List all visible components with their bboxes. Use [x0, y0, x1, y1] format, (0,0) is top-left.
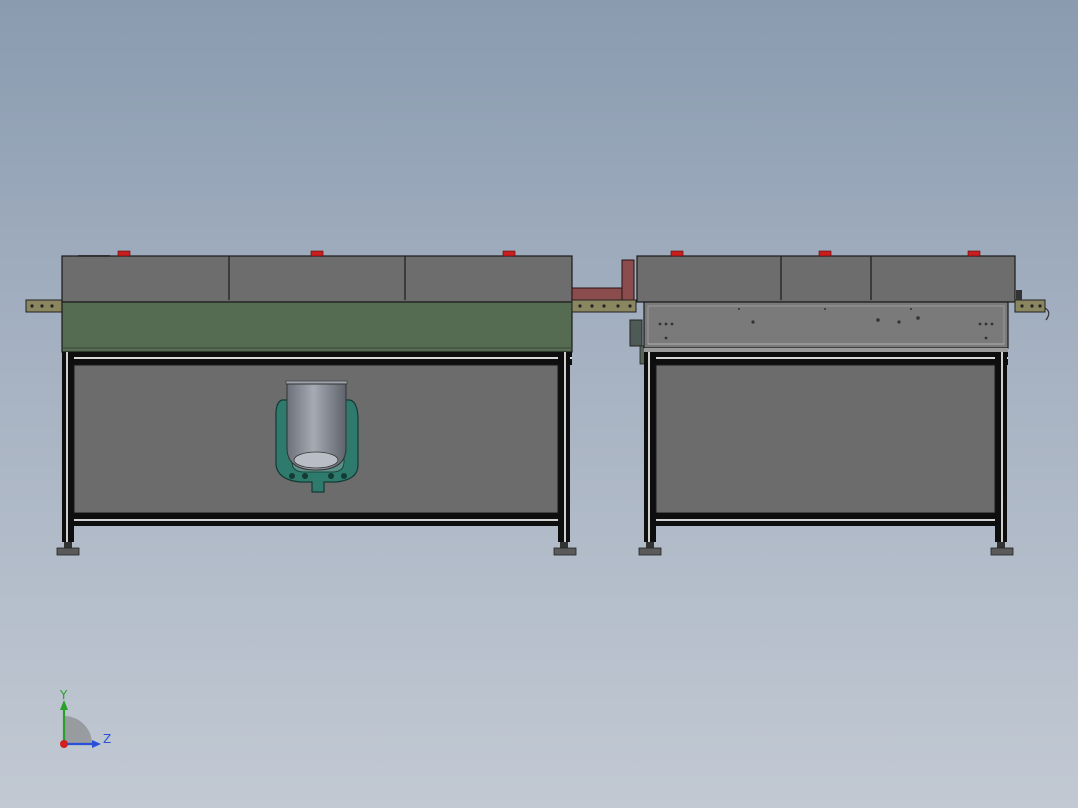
right-bottom-crossbar [656, 513, 995, 526]
right-indicator-lights [670, 250, 981, 257]
left-side-rail [25, 299, 63, 313]
left-conveyor-panel [61, 301, 573, 353]
right-feet [638, 542, 1014, 556]
left-machine[interactable] [25, 250, 577, 556]
left-indicator-lights [117, 250, 516, 257]
left-top-hood [61, 255, 573, 303]
triad-y-label: Y [60, 688, 68, 702]
left-feet [56, 542, 577, 556]
model-scene[interactable] [0, 0, 1078, 808]
triad-z-arrow [92, 740, 101, 748]
right-top-hood [636, 255, 1016, 303]
triad-z-label: Z [103, 732, 112, 746]
left-bottom-crossbar [74, 513, 558, 526]
right-cover-panel [643, 301, 1009, 349]
triad-plane-arc [64, 716, 92, 744]
graphics-viewport[interactable]: Y Z [0, 0, 1078, 808]
right-body-panel [655, 364, 996, 514]
right-side-rail [1014, 290, 1050, 321]
triad-x-axis [60, 740, 68, 748]
left-tank-assembly [275, 380, 359, 493]
orientation-triad[interactable] [60, 700, 101, 748]
right-machine[interactable] [636, 250, 1050, 556]
